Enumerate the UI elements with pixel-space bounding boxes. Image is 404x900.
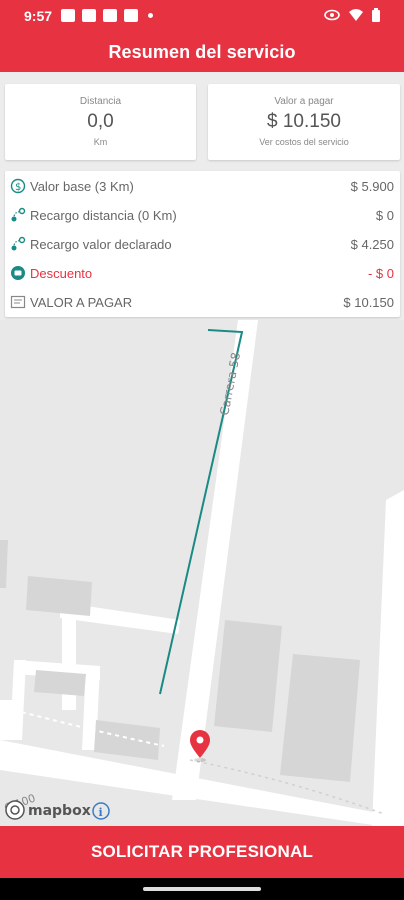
view-costs-link[interactable]: Ver costos del servicio: [208, 137, 400, 147]
svg-text:i: i: [99, 806, 103, 819]
breakdown-amount: - $ 0: [367, 266, 394, 281]
building: [214, 620, 282, 732]
payment-card[interactable]: Valor a pagar $ 10.150 Ver costos del se…: [208, 84, 400, 160]
breakdown-amount: $ 4.250: [350, 237, 394, 252]
home-gesture-handle[interactable]: [143, 887, 261, 891]
notification-app-icon: [124, 9, 138, 22]
dollar-circle-icon: $: [10, 178, 26, 194]
wifi-icon: [349, 9, 363, 21]
distance-card: Distancia 0,0 Km: [5, 84, 196, 160]
breakdown-row-distance: Recargo distancia (0 Km) $ 0: [5, 201, 400, 230]
payment-label: Valor a pagar: [274, 96, 334, 107]
mapbox-wordmark: mapbox: [28, 803, 91, 819]
distance-unit: Km: [93, 137, 108, 147]
app-bar: Resumen del servicio: [0, 32, 404, 72]
map-canvas[interactable]: Carrera 58 C 100 mapbox i: [0, 320, 404, 826]
breakdown-label: Recargo valor declarado: [30, 237, 172, 252]
status-time: 9:57: [24, 8, 53, 24]
system-icons: [324, 8, 380, 22]
cost-breakdown: $ Valor base (3 Km) $ 5.900 Recargo dist…: [5, 171, 400, 317]
eye-icon: [324, 9, 340, 21]
system-nav-bar: [0, 878, 404, 900]
request-professional-label: SOLICITAR PROFESIONAL: [90, 842, 314, 861]
map-view[interactable]: Carrera 58 C 100 mapbox i: [0, 320, 404, 826]
content: Carrera 58 C 100 mapbox i Distancia 0,0 …: [0, 72, 404, 826]
route-icon: [11, 236, 26, 251]
breakdown-label: Recargo distancia (0 Km): [30, 208, 177, 223]
svg-text:$: $: [15, 182, 21, 193]
receipt-icon: [10, 295, 26, 309]
breakdown-label: Descuento: [30, 266, 93, 281]
request-professional-button[interactable]: SOLICITAR PROFESIONAL: [0, 826, 404, 878]
breakdown-amount: $ 0: [375, 208, 394, 223]
breakdown-row-base: $ Valor base (3 Km) $ 5.900: [5, 172, 400, 201]
breakdown-row-declared-value: Recargo valor declarado $ 4.250: [5, 230, 400, 259]
street: [0, 700, 20, 740]
notification-icons: [61, 9, 153, 22]
more-notifications-icon: [148, 13, 153, 18]
breakdown-amount: $ 5.900: [350, 179, 394, 194]
discount-icon: [11, 266, 25, 280]
battery-icon: [372, 8, 380, 22]
mapbox-logo[interactable]: mapbox: [5, 800, 91, 820]
notification-app-icon: [103, 9, 117, 22]
status-bar: 9:57: [0, 0, 404, 32]
breakdown-row-total: VALOR A PAGAR $ 10.150: [5, 288, 400, 317]
breakdown-amount: $ 10.150: [343, 295, 394, 310]
building: [280, 654, 360, 782]
notification-app-icon: [61, 9, 75, 22]
distance-label: Distancia: [79, 96, 122, 107]
route-icon: [11, 207, 26, 222]
breakdown-label: VALOR A PAGAR: [30, 295, 133, 310]
building: [26, 576, 92, 616]
payment-value: $ 10.150: [267, 111, 341, 132]
building: [34, 670, 86, 696]
distance-value: 0,0: [87, 111, 114, 132]
page-title: Resumen del servicio: [108, 42, 296, 62]
breakdown-row-discount: Descuento - $ 0: [5, 259, 400, 288]
notification-app-icon: [82, 9, 96, 22]
breakdown-label: Valor base (3 Km): [30, 179, 134, 194]
